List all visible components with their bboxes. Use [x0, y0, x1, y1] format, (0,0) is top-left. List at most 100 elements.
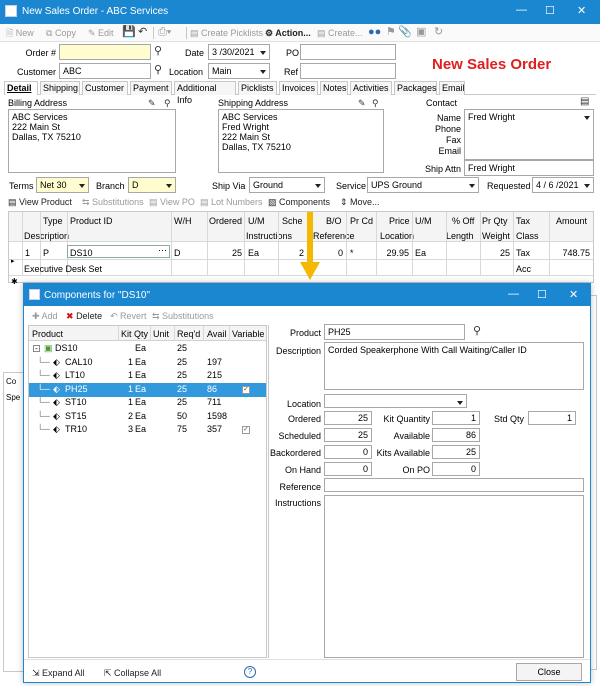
detail-description-box[interactable]: Corded Speakerphone With Call Waiting/Ca…: [324, 342, 584, 390]
action-button[interactable]: ⚙ Action...: [265, 27, 311, 39]
shipping-map-pin-icon[interactable]: ⚲: [372, 97, 379, 109]
contact-name-select[interactable]: Fred Wright: [464, 109, 594, 125]
kit-quantity-field[interactable]: 1: [432, 411, 480, 425]
close-button[interactable]: Close: [516, 663, 582, 681]
expand-all-button[interactable]: ⇲ Expand All: [32, 667, 85, 679]
dialog-close-icon[interactable]: ✕: [569, 288, 578, 301]
billing-edit-icon[interactable]: ✎: [148, 97, 156, 109]
substitutions-button[interactable]: ⇆ Substitutions: [82, 196, 144, 208]
on-po-field[interactable]: 0: [432, 462, 480, 476]
ref-field[interactable]: [300, 63, 396, 79]
view-po-button[interactable]: ▤ View PO: [149, 196, 195, 208]
lot-numbers-button[interactable]: ▤ Lot Numbers: [200, 196, 263, 208]
print-icon[interactable]: ⎙▾: [158, 26, 171, 38]
variable-checkbox[interactable]: ✓: [242, 385, 250, 394]
tab-detail[interactable]: Detail: [4, 81, 38, 95]
variable-checkbox[interactable]: ✓: [242, 426, 250, 434]
tree-header-unit[interactable]: Unit: [153, 328, 169, 340]
service-select[interactable]: UPS Ground: [367, 177, 479, 193]
available-field[interactable]: 86: [432, 428, 480, 442]
grid-header-ordered[interactable]: Ordered: [209, 215, 242, 227]
contact-card-icon[interactable]: ▤: [580, 96, 589, 108]
tree-header-product[interactable]: Product: [32, 328, 63, 340]
tab-packages[interactable]: Packages: [394, 81, 437, 95]
delete-component-button[interactable]: ✖ Delete: [66, 310, 102, 322]
flag-icon[interactable]: ⚑: [386, 26, 396, 38]
grid-header-w-h[interactable]: W/H: [174, 215, 192, 227]
save-icon[interactable]: 💾: [122, 26, 136, 38]
shipping-edit-icon[interactable]: ✎: [358, 97, 366, 109]
grid-header-u-m[interactable]: U/M: [415, 215, 432, 227]
grid-header-price[interactable]: Price: [389, 215, 410, 227]
po-field[interactable]: [300, 44, 396, 60]
dialog-minimize-icon[interactable]: —: [508, 288, 519, 300]
detail-product-field[interactable]: PH25: [324, 324, 465, 340]
kits-available-field[interactable]: 25: [432, 445, 480, 459]
tab-picklists[interactable]: Picklists: [238, 81, 277, 95]
on-hand-field[interactable]: 0: [324, 462, 372, 476]
ship-attn-field[interactable]: Fred Wright: [464, 160, 594, 176]
view-product-button[interactable]: ▤ View Product: [8, 196, 72, 208]
collapse-toggle-icon[interactable]: -: [33, 345, 40, 353]
branch-select[interactable]: D: [128, 177, 176, 193]
refresh-icon[interactable]: ↻: [434, 26, 443, 38]
product-lookup-ellipsis-icon[interactable]: ⋯: [158, 245, 167, 256]
tree-header-kit-qty[interactable]: Kit Qty: [121, 328, 148, 340]
shipping-address-box[interactable]: ABC Services Fred Wright 222 Main St Dal…: [218, 109, 384, 173]
grid-header-tax[interactable]: Tax: [516, 215, 530, 227]
minimize-icon[interactable]: —: [516, 4, 527, 16]
tree-row-lt10[interactable]: └─ ⬖ LT10 1 Ea 25 215: [29, 369, 266, 383]
close-icon[interactable]: ✕: [577, 4, 586, 17]
ordered-field[interactable]: 25: [324, 411, 372, 425]
reference-field[interactable]: [324, 478, 584, 492]
customer-field[interactable]: ABC: [59, 63, 151, 79]
billing-map-pin-icon[interactable]: ⚲: [164, 97, 171, 109]
new-button[interactable]: 🗎 New: [6, 27, 34, 39]
collapse-all-button[interactable]: ⇱ Collapse All: [104, 667, 161, 679]
scheduled-field[interactable]: 25: [324, 428, 372, 442]
std-qty-field[interactable]: 1: [528, 411, 576, 425]
requested-date-field[interactable]: 4 / 6 /2021: [532, 177, 594, 193]
customer-search-icon[interactable]: ⚲: [154, 64, 162, 76]
order-number-field[interactable]: [59, 44, 151, 60]
users-icon[interactable]: ●●: [368, 26, 381, 38]
tab-shipping[interactable]: Shipping: [40, 81, 80, 95]
grid-header-amount[interactable]: Amount: [556, 215, 587, 227]
tree-row-ph25[interactable]: └─ ⬖ PH25 1 Ea 25 86 ✓: [29, 382, 266, 397]
date-field[interactable]: 3 /30/2021: [208, 44, 270, 60]
tree-header-variable[interactable]: Variable: [232, 328, 264, 340]
dialog-maximize-icon[interactable]: ☐: [537, 288, 547, 301]
dialog-substitutions-button[interactable]: ⇆ Substitutions: [152, 310, 214, 322]
tree-row-tr10[interactable]: └─ ⬖ TR10 3 Ea 75 357 ✓: [29, 423, 266, 437]
revert-button[interactable]: ↶ Revert: [110, 310, 147, 322]
tab-additional-info[interactable]: Additional Info: [174, 81, 236, 105]
grid-header-pr-qty[interactable]: Pr Qty: [482, 215, 508, 227]
tab-activities[interactable]: Activities: [350, 81, 392, 95]
tree-row-cal10[interactable]: └─ ⬖ CAL10 1 Ea 25 197: [29, 356, 266, 370]
backordered-field[interactable]: 0: [324, 445, 372, 459]
edit-button[interactable]: ✎ Edit: [88, 27, 114, 39]
grid-header-product-id[interactable]: Product ID: [70, 215, 113, 227]
tree-row-st15[interactable]: └─ ⬖ ST15 2 Ea 50 1598: [29, 410, 266, 424]
tree-row-st10[interactable]: └─ ⬖ ST10 1 Ea 25 711: [29, 396, 266, 410]
tree-header-avail[interactable]: Avail: [207, 328, 226, 340]
tab-payment[interactable]: Payment: [130, 81, 172, 95]
create-button[interactable]: ▤ Create...: [317, 27, 363, 39]
undo-icon[interactable]: ↶: [138, 26, 147, 38]
detail-location-select[interactable]: [324, 394, 467, 408]
billing-address-box[interactable]: ABC Services 222 Main St Dallas, TX 7521…: [8, 109, 176, 173]
maximize-icon[interactable]: ☐: [545, 4, 555, 17]
components-button[interactable]: ▧ Components: [268, 196, 330, 208]
tab-invoices[interactable]: Invoices: [279, 81, 318, 95]
product-id-cell-editor[interactable]: [67, 245, 170, 258]
grid-header-pr-cd[interactable]: Pr Cd: [350, 215, 373, 227]
tab-customer[interactable]: Customer: [82, 81, 128, 95]
search-icon[interactable]: ⚲: [154, 45, 162, 57]
create-picklists-button[interactable]: ▤ Create Picklists: [190, 27, 263, 39]
move-button[interactable]: ⇕ Move...: [340, 196, 380, 208]
terms-select[interactable]: Net 30: [36, 177, 89, 193]
grid-header-u-m[interactable]: U/M: [248, 215, 265, 227]
tab-email[interactable]: Email: [439, 81, 465, 95]
help-icon[interactable]: ?: [244, 666, 256, 678]
grid-header--off[interactable]: % Off: [452, 215, 474, 227]
